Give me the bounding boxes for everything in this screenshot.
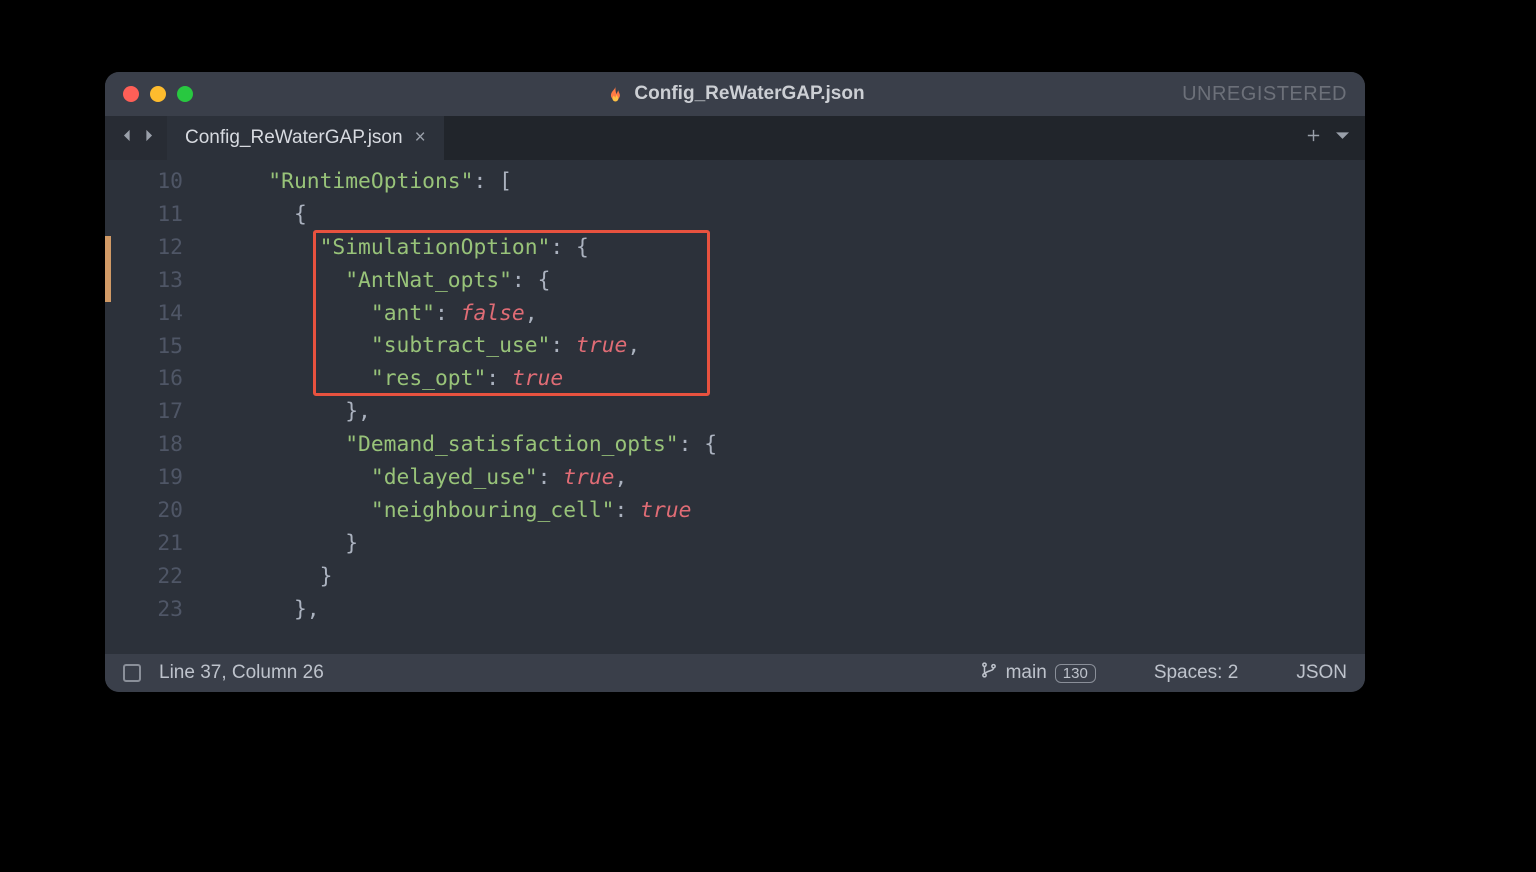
file-fire-icon bbox=[605, 84, 625, 104]
token-punc: : bbox=[550, 333, 576, 358]
token-key: "ant" bbox=[371, 301, 435, 326]
line-number: 21 bbox=[105, 528, 217, 561]
line-number: 13 bbox=[105, 265, 217, 298]
token-bracket: } bbox=[320, 564, 333, 589]
code-line[interactable]: "AntNat_opts": { bbox=[217, 265, 1365, 298]
tab-label: Config_ReWaterGAP.json bbox=[185, 127, 403, 149]
code-line[interactable]: } bbox=[217, 561, 1365, 594]
code-line[interactable]: } bbox=[217, 528, 1365, 561]
status-checkbox[interactable] bbox=[123, 664, 141, 682]
code-line[interactable]: }, bbox=[217, 396, 1365, 429]
token-keyword: true bbox=[512, 366, 563, 391]
token-punc: , bbox=[358, 399, 371, 424]
minimize-window-button[interactable] bbox=[150, 86, 166, 102]
token-bracket: } bbox=[345, 531, 358, 556]
token-punc: , bbox=[615, 465, 628, 490]
line-number: 20 bbox=[105, 495, 217, 528]
token-key: "delayed_use" bbox=[371, 465, 538, 490]
token-punc: , bbox=[525, 301, 538, 326]
line-number: 16 bbox=[105, 363, 217, 396]
token-punc: : bbox=[679, 432, 705, 457]
branch-count-badge: 130 bbox=[1055, 664, 1096, 683]
token-punc: : bbox=[435, 301, 461, 326]
code-line[interactable]: "res_opt": true bbox=[217, 363, 1365, 396]
titlebar: Config_ReWaterGAP.json UNREGISTERED bbox=[105, 72, 1365, 116]
statusbar: Line 37, Column 26 main 130 Spaces: 2 JS… bbox=[105, 654, 1365, 692]
token-keyword: true bbox=[563, 465, 614, 490]
token-punc: , bbox=[627, 333, 640, 358]
git-branch-icon bbox=[980, 661, 998, 685]
token-key: "SimulationOption" bbox=[320, 235, 551, 260]
new-tab-icon[interactable] bbox=[1305, 127, 1322, 149]
branch-name: main bbox=[1006, 662, 1047, 684]
editor-window: Config_ReWaterGAP.json UNREGISTERED Conf… bbox=[105, 72, 1365, 692]
window-title: Config_ReWaterGAP.json bbox=[634, 83, 864, 105]
syntax-status[interactable]: JSON bbox=[1296, 662, 1347, 684]
tabbar: Config_ReWaterGAP.json × bbox=[105, 116, 1365, 160]
title-center: Config_ReWaterGAP.json bbox=[605, 83, 864, 105]
line-number: 15 bbox=[105, 331, 217, 364]
token-key: "RuntimeOptions" bbox=[268, 169, 473, 194]
token-key: "neighbouring_cell" bbox=[371, 498, 615, 523]
token-punc: : bbox=[512, 268, 538, 293]
tab-close-icon[interactable]: × bbox=[415, 127, 426, 149]
token-keyword: true bbox=[576, 333, 627, 358]
token-bracket: } bbox=[294, 597, 307, 622]
line-number: 23 bbox=[105, 594, 217, 627]
tab-active[interactable]: Config_ReWaterGAP.json × bbox=[167, 116, 444, 160]
code-line[interactable]: "ant": false, bbox=[217, 298, 1365, 331]
code-content[interactable]: "RuntimeOptions": [ { "SimulationOption"… bbox=[217, 160, 1365, 654]
line-number: 19 bbox=[105, 462, 217, 495]
token-keyword: false bbox=[461, 301, 525, 326]
token-bracket: { bbox=[576, 235, 589, 260]
code-line[interactable]: "subtract_use": true, bbox=[217, 330, 1365, 363]
code-line[interactable]: "RuntimeOptions": [ bbox=[217, 166, 1365, 199]
line-number: 10 bbox=[105, 166, 217, 199]
token-punc: : bbox=[538, 465, 564, 490]
token-keyword: true bbox=[640, 498, 691, 523]
tab-menu-icon[interactable] bbox=[1334, 127, 1351, 149]
line-number: 12 bbox=[105, 232, 217, 265]
code-line[interactable]: "Demand_satisfaction_opts": { bbox=[217, 429, 1365, 462]
token-punc: : bbox=[473, 169, 499, 194]
line-gutter: 1011121314151617181920212223 bbox=[105, 160, 217, 654]
token-bracket: { bbox=[538, 268, 551, 293]
token-punc: , bbox=[307, 597, 320, 622]
close-window-button[interactable] bbox=[123, 86, 139, 102]
token-key: "res_opt" bbox=[371, 366, 486, 391]
nav-forward-icon[interactable] bbox=[140, 127, 157, 149]
code-line[interactable]: "neighbouring_cell": true bbox=[217, 495, 1365, 528]
nav-back-icon[interactable] bbox=[119, 127, 136, 149]
tabbar-actions bbox=[1291, 116, 1365, 160]
token-bracket: } bbox=[345, 399, 358, 424]
line-number: 11 bbox=[105, 199, 217, 232]
token-key: "AntNat_opts" bbox=[345, 268, 512, 293]
traffic-lights bbox=[123, 86, 193, 102]
code-line[interactable]: "SimulationOption": { bbox=[217, 232, 1365, 265]
line-number: 17 bbox=[105, 396, 217, 429]
cursor-position[interactable]: Line 37, Column 26 bbox=[159, 662, 324, 684]
modified-lines-marker bbox=[105, 236, 111, 302]
git-branch-status[interactable]: main 130 bbox=[980, 661, 1096, 685]
unregistered-label: UNREGISTERED bbox=[1182, 83, 1347, 106]
token-punc: : bbox=[486, 366, 512, 391]
token-bracket: { bbox=[704, 432, 717, 457]
token-bracket: { bbox=[294, 202, 307, 227]
code-line[interactable]: { bbox=[217, 199, 1365, 232]
code-line[interactable]: "delayed_use": true, bbox=[217, 462, 1365, 495]
code-line[interactable]: }, bbox=[217, 594, 1365, 627]
token-punc: : bbox=[615, 498, 641, 523]
editor-area[interactable]: 1011121314151617181920212223 "RuntimeOpt… bbox=[105, 160, 1365, 654]
token-key: "Demand_satisfaction_opts" bbox=[345, 432, 678, 457]
line-number: 18 bbox=[105, 429, 217, 462]
maximize-window-button[interactable] bbox=[177, 86, 193, 102]
nav-arrows bbox=[105, 116, 167, 160]
indent-status[interactable]: Spaces: 2 bbox=[1154, 662, 1239, 684]
line-number: 22 bbox=[105, 561, 217, 594]
token-punc: : bbox=[550, 235, 576, 260]
token-bracket: [ bbox=[499, 169, 512, 194]
token-key: "subtract_use" bbox=[371, 333, 551, 358]
line-number: 14 bbox=[105, 298, 217, 331]
